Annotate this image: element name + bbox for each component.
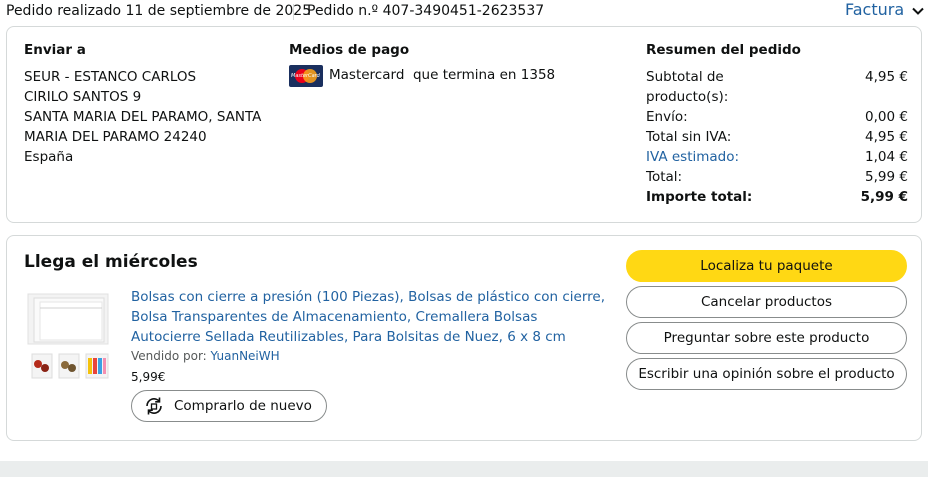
address-line: SEUR - ESTANCO CARLOS: [24, 69, 197, 85]
summary-row-grand-total: Importe total: 5,99 €: [646, 187, 908, 207]
arrival-heading: Llega el miércoles: [24, 252, 198, 272]
summary-value: 1,04 €: [865, 149, 908, 165]
address-line: SANTA MARIA DEL PARAMO, SANTA: [24, 109, 262, 125]
mastercard-icon: MasterCard: [289, 65, 323, 87]
invoice-link[interactable]: Factura: [845, 0, 925, 19]
product-price: 5,99€: [131, 370, 166, 384]
summary-value: 5,99 €: [865, 169, 908, 185]
invoice-label: Factura: [845, 0, 905, 19]
sold-by-label: Vendido por:: [131, 349, 207, 363]
summary-label: Total sin IVA:: [646, 129, 732, 145]
rebuy-icon: [146, 397, 162, 415]
write-review-button[interactable]: Escribir una opinión sobre el producto: [626, 358, 907, 390]
summary-label: Importe total:: [646, 189, 753, 205]
summary-row: IVA estimado: 1,04 €: [646, 147, 908, 167]
payment-method: Mastercard que termina en 1358: [329, 67, 556, 83]
shipment-card: Llega el miércoles Bolsas con cierre a p…: [6, 235, 922, 441]
mastercard-logo-text: MasterCard: [291, 73, 320, 79]
track-package-button[interactable]: Localiza tu paquete: [626, 250, 907, 282]
order-summary: Subtotal de producto(s): 4,95 € Envío: 0…: [646, 67, 908, 207]
summary-label: Total:: [646, 169, 683, 185]
seller-link[interactable]: YuanNeiWH: [211, 349, 280, 363]
order-number: Pedido n.º 407-3490451-2623537: [307, 3, 545, 19]
address-line: CIRILO SANTOS 9: [24, 89, 142, 105]
summary-label: Envío:: [646, 109, 688, 125]
summary-value: 4,95 €: [865, 129, 908, 145]
sold-by: Vendido por: YuanNeiWH: [131, 349, 280, 363]
summary-value: 0,00 €: [865, 109, 908, 125]
order-details-card: Enviar a SEUR - ESTANCO CARLOS CIRILO SA…: [6, 26, 922, 223]
address-line: España: [24, 149, 74, 165]
summary-row: Total sin IVA: 4,95 €: [646, 127, 908, 147]
ask-product-question-button[interactable]: Preguntar sobre este producto: [626, 322, 907, 354]
shipping-title: Enviar a: [24, 42, 86, 58]
summary-row: Total: 5,99 €: [646, 167, 908, 187]
chevron-down-icon: [912, 7, 924, 15]
order-header: Pedido realizado 11 de septiembre de 202…: [0, 0, 928, 24]
product-title-link[interactable]: Bolsas con cierre a presión (100 Piezas)…: [131, 287, 611, 347]
summary-row: Envío: 0,00 €: [646, 107, 908, 127]
summary-value: 4,95 €: [865, 69, 908, 85]
buy-again-button[interactable]: Comprarlo de nuevo: [131, 390, 327, 422]
summary-value: 5,99 €: [860, 189, 908, 205]
summary-title: Resumen del pedido: [646, 42, 801, 58]
address-line: MARIA DEL PARAMO 24240: [24, 129, 207, 145]
summary-label: Subtotal de producto(s):: [646, 69, 729, 105]
page-footer-band: [0, 461, 928, 477]
shipping-address: SEUR - ESTANCO CARLOS CIRILO SANTOS 9 SA…: [24, 67, 274, 167]
estimated-vat-link[interactable]: IVA estimado:: [646, 147, 756, 167]
summary-row: Subtotal de producto(s): 4,95 €: [646, 67, 908, 107]
buy-again-label: Comprarlo de nuevo: [174, 398, 312, 414]
order-date: Pedido realizado 11 de septiembre de 202…: [6, 3, 312, 19]
header-divider: [293, 4, 294, 20]
payment-title: Medios de pago: [289, 42, 410, 58]
product-image[interactable]: [26, 292, 112, 382]
cancel-items-button[interactable]: Cancelar productos: [626, 286, 907, 318]
